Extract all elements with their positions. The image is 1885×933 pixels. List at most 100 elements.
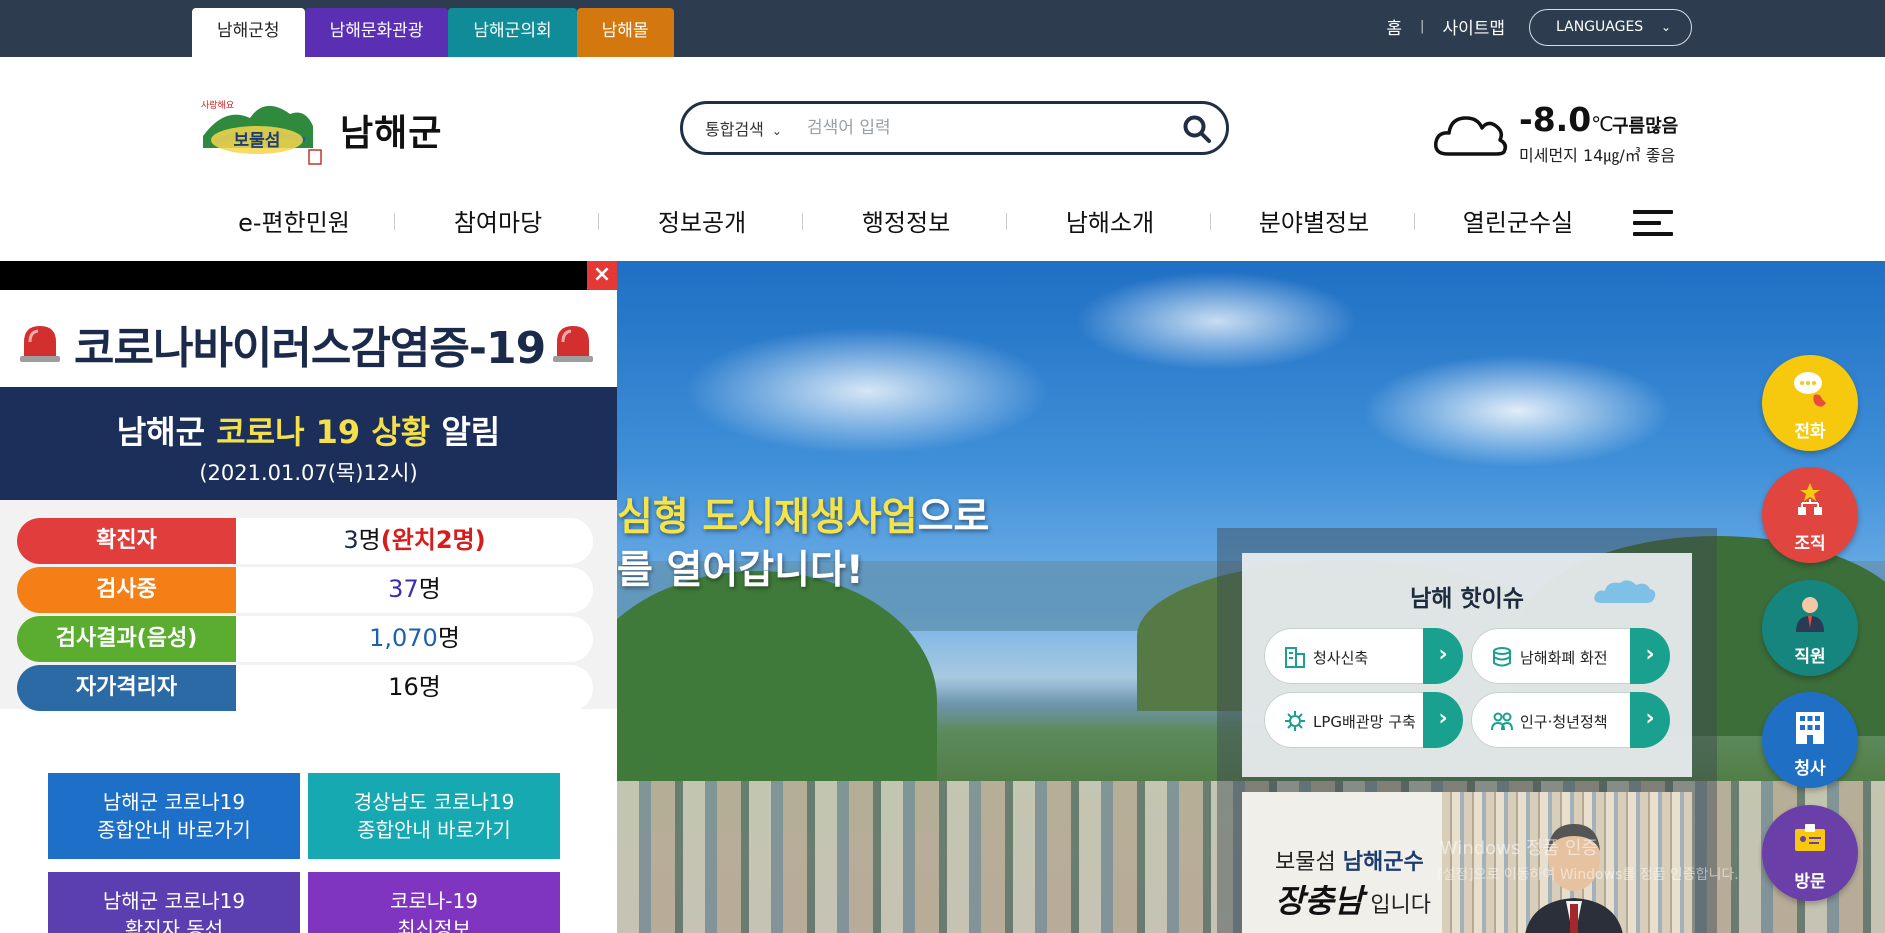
fine-dust-status: 미세먼지 14㎍/㎥ 좋음 [1519, 146, 1676, 165]
people-icon [1491, 712, 1513, 731]
person-icon [1796, 597, 1824, 632]
mayor-greeting-banner[interactable]: 보물섬 남해군수 장충남 입니다 [1242, 792, 1692, 933]
stat-label: 확진자 [17, 518, 236, 564]
link-covid-latest-info[interactable]: 코로나-19 최신정보 [308, 872, 560, 933]
popup-banner: 코로나바이러스감염증-19 [0, 290, 617, 387]
stat-confirmed: 확진자 3명(완치2명) [17, 518, 593, 564]
svg-text:보물섬: 보물섬 [234, 131, 281, 151]
building-icon [1285, 647, 1305, 668]
popup-headline: 코로나바이러스감염증-19 [74, 323, 546, 374]
hot-issue-box: 남해 핫이슈 청사신축 › 남해화폐 화전 › LPG배관망 구축 › 인구·청… [1242, 553, 1692, 777]
covid-status-title: 남해군 코로나 19 상황 알림 [116, 413, 501, 451]
nav-field-info[interactable]: 분야별정보 [1216, 203, 1412, 238]
hero-caption-line2: 를 열어갑니다! [617, 548, 864, 593]
nav-e-civil[interactable]: e-편한민원 [196, 203, 392, 238]
quick-label: 전화 [1794, 422, 1826, 442]
issue-label: 남해화폐 화전 [1520, 649, 1608, 667]
quick-office-button[interactable]: 청사 [1762, 692, 1858, 788]
svg-text:사랑해요: 사랑해요 [201, 99, 234, 111]
chevron-right-icon: › [1423, 628, 1463, 684]
chevron-right-icon: › [1423, 692, 1463, 748]
search-input[interactable] [807, 114, 1167, 142]
stat-label: 검사결과(음성) [17, 616, 236, 662]
cloud-icon [1434, 116, 1508, 156]
issue-namhae-currency[interactable]: 남해화폐 화전 › [1471, 628, 1670, 684]
all-menu-button[interactable] [1633, 210, 1673, 236]
org-chart-icon [1798, 483, 1822, 515]
quick-organization-button[interactable]: 조직 [1762, 467, 1858, 563]
windows-activation-watermark-sub: [설정]으로 이동하여 Windows를 정품 인증합니다. [1437, 867, 1739, 883]
hero-caption-line1: 심형 도시재생사업으로 [617, 495, 990, 540]
stat-label: 자가격리자 [17, 665, 236, 711]
chevron-down-icon: ⌄ [1660, 20, 1671, 34]
tab-namhae-culture-tourism[interactable]: 남해문화관광 [304, 8, 449, 57]
quick-label: 조직 [1794, 534, 1826, 554]
search-type-label: 통합검색 [705, 120, 764, 139]
divider: | [1420, 19, 1425, 34]
main-navigation: e-편한민원 참여마당 정보공개 행정정보 남해소개 분야별정보 열린군수실 [196, 203, 1686, 243]
treasure-island-logo-icon: 보물섬 사랑해요 [201, 99, 322, 165]
stat-value: 1,070명 [236, 616, 593, 662]
nav-participation[interactable]: 참여마당 [400, 203, 596, 238]
temperature-value: -8.0 [1519, 100, 1592, 139]
close-icon[interactable]: × [587, 261, 617, 290]
chevron-right-icon: › [1630, 692, 1670, 748]
gear-icon [1285, 711, 1305, 731]
covid-status-header: 남해군 코로나 19 상황 알림 (2021.01.07(목)12시) [0, 387, 617, 500]
divider [802, 213, 803, 230]
divider [394, 213, 395, 230]
stat-value: 37명 [236, 567, 593, 613]
issue-lpg-pipeline[interactable]: LPG배관망 구축 › [1264, 692, 1463, 748]
mayor-greeting-line2: 장충남 입니다 [1275, 882, 1432, 920]
link-namhae-covid-guide[interactable]: 남해군 코로나19 종합안내 바로가기 [48, 773, 300, 859]
id-card-icon [1795, 824, 1825, 851]
stat-negative: 검사결과(음성) 1,070명 [17, 616, 593, 662]
windows-activation-watermark: Windows 정품 인증 [1440, 838, 1599, 859]
divider [598, 213, 599, 230]
siren-icon [20, 326, 60, 362]
nav-open-mayor-office[interactable]: 열린군수실 [1420, 203, 1616, 238]
stat-testing: 검사중 37명 [17, 567, 593, 613]
nav-about-namhae[interactable]: 남해소개 [1012, 203, 1208, 238]
tab-namhae-mall[interactable]: 남해몰 [576, 8, 674, 57]
temperature-unit: ℃ [1591, 112, 1614, 136]
chevron-down-icon: ⌄ [771, 124, 782, 138]
stat-label: 검사중 [17, 567, 236, 613]
temperature: -8.0℃ [1519, 100, 1614, 139]
divider [1210, 213, 1211, 230]
issue-new-office[interactable]: 청사신축 › [1264, 628, 1463, 684]
county-name[interactable]: 남해군 [340, 104, 442, 156]
link-gyeongnam-covid-guide[interactable]: 경상남도 코로나19 종합안내 바로가기 [308, 773, 560, 859]
search-icon[interactable] [1182, 114, 1212, 144]
top-utility-bar: 남해군청 남해문화관광 남해군의회 남해몰 홈 | 사이트맵 LANGUAGES… [0, 0, 1885, 57]
nav-admin-info[interactable]: 행정정보 [808, 203, 1004, 238]
home-link[interactable]: 홈 [1386, 14, 1402, 39]
stat-value: 3명(완치2명) [236, 518, 593, 564]
tab-namhae-county[interactable]: 남해군청 [192, 8, 305, 57]
integrated-search: 통합검색 ⌄ [680, 101, 1229, 155]
quick-staff-button[interactable]: 직원 [1762, 580, 1858, 676]
sitemap-link[interactable]: 사이트맵 [1442, 14, 1505, 39]
covid19-popup: × 코로나바이러스감염증-19 남해군 코로나 19 상황 알림 (2021.0… [0, 261, 617, 933]
issue-population-youth[interactable]: 인구·청년정책 › [1471, 692, 1670, 748]
quick-label: 방문 [1794, 872, 1826, 892]
covid-status-date: (2021.01.07(목)12시) [199, 461, 418, 485]
quick-visit-button[interactable]: 방문 [1762, 805, 1858, 901]
phone-chat-icon [1794, 372, 1826, 407]
languages-dropdown[interactable]: LANGUAGES ⌄ [1529, 9, 1692, 46]
search-type-select[interactable]: 통합검색 ⌄ [705, 116, 782, 140]
issue-label: 청사신축 [1313, 649, 1369, 667]
nav-info-disclosure[interactable]: 정보공개 [604, 203, 800, 238]
cloud-icon [1594, 580, 1656, 603]
siren-icon [553, 326, 593, 362]
quick-label: 직원 [1794, 647, 1826, 667]
stat-value: 16명 [236, 665, 593, 711]
quick-phone-button[interactable]: 전화 [1762, 355, 1858, 451]
popup-header-bar [0, 261, 617, 290]
link-namhae-confirmed-routes[interactable]: 남해군 코로나19 확진자 동선 [48, 872, 300, 933]
tab-namhae-council[interactable]: 남해군의회 [448, 8, 577, 57]
issue-label: LPG배관망 구축 [1313, 713, 1416, 731]
covid-stats: 확진자 3명(완치2명) 검사중 37명 검사결과(음성) 1,070명 자가격… [0, 500, 617, 711]
quick-label: 청사 [1794, 759, 1826, 779]
stat-self-quarantine: 자가격리자 16명 [17, 665, 593, 711]
